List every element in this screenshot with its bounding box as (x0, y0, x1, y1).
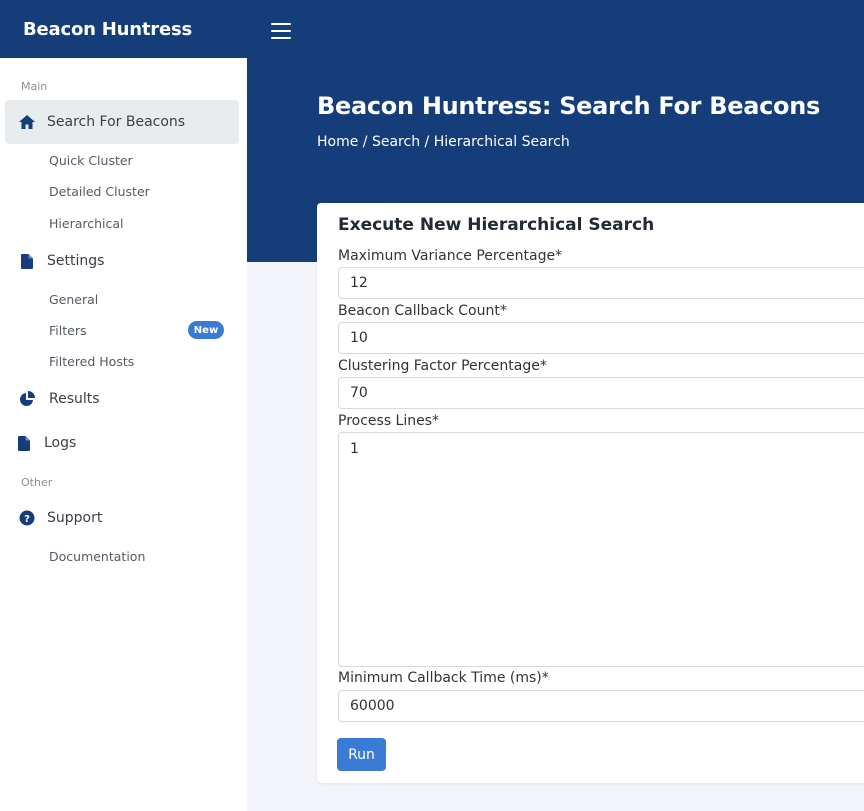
home-icon (16, 111, 38, 133)
callback-count-label: Beacon Callback Count* (338, 303, 507, 319)
max-variance-input[interactable] (338, 267, 864, 299)
breadcrumb: Home / Search / Hierarchical Search (317, 134, 570, 150)
svg-text:?: ? (24, 514, 30, 525)
sidebar-item-label: Support (47, 510, 103, 526)
page-title: Beacon Huntress: Search For Beacons (317, 92, 821, 120)
sidebar-subitem-hierarchical[interactable]: Hierarchical (49, 216, 124, 231)
file-icon (13, 432, 35, 454)
sidebar-item-search-for-beacons[interactable]: Search For Beacons (5, 100, 239, 144)
sidebar-item-support[interactable]: ? Support (5, 496, 239, 540)
section-label-main: Main (21, 80, 48, 93)
callback-count-input[interactable] (338, 322, 864, 354)
sidebar-item-label: Logs (44, 435, 77, 451)
sidebar-item-label: Search For Beacons (47, 114, 186, 130)
breadcrumb-search[interactable]: Search (372, 134, 420, 150)
menu-toggle-icon[interactable] (271, 23, 291, 41)
breadcrumb-current: Hierarchical Search (433, 134, 570, 150)
sidebar: Main Search For Beacons Quick Cluster De… (0, 58, 247, 811)
new-badge: New (188, 321, 224, 339)
process-lines-label: Process Lines* (338, 413, 440, 429)
breadcrumb-home[interactable]: Home (317, 134, 358, 150)
file-icon (16, 250, 38, 272)
breadcrumb-separator: / (420, 134, 434, 150)
run-button[interactable]: Run (337, 738, 386, 771)
app-brand[interactable]: Beacon Huntress (0, 0, 247, 58)
section-label-other: Other (21, 476, 53, 489)
sidebar-item-results[interactable]: Results (5, 377, 239, 421)
question-circle-icon: ? (16, 507, 38, 529)
process-lines-textarea[interactable]: 1 (338, 432, 864, 667)
card-title: Execute New Hierarchical Search (338, 215, 655, 235)
sidebar-item-logs[interactable]: Logs (5, 421, 239, 465)
sidebar-subitem-filtered-hosts[interactable]: Filtered Hosts (49, 354, 134, 369)
min-callback-time-label: Minimum Callback Time (ms)* (338, 670, 549, 686)
sidebar-item-label: Results (49, 391, 100, 407)
clustering-factor-input[interactable] (338, 377, 864, 409)
sidebar-subitem-documentation[interactable]: Documentation (49, 549, 145, 564)
min-callback-time-input[interactable] (338, 690, 864, 722)
sidebar-subitem-detailed-cluster[interactable]: Detailed Cluster (49, 184, 150, 199)
hierarchical-search-card: Execute New Hierarchical Search Maximum … (317, 203, 864, 783)
sidebar-item-label: Settings (47, 253, 105, 269)
sidebar-item-settings[interactable]: Settings (5, 239, 239, 283)
max-variance-label: Maximum Variance Percentage* (338, 248, 563, 264)
breadcrumb-separator: / (358, 134, 372, 150)
sidebar-subitem-filters[interactable]: Filters (49, 323, 86, 338)
clustering-factor-label: Clustering Factor Percentage* (338, 358, 547, 374)
pie-chart-icon (16, 388, 38, 410)
sidebar-subitem-quick-cluster[interactable]: Quick Cluster (49, 153, 133, 168)
sidebar-subitem-general[interactable]: General (49, 292, 98, 307)
